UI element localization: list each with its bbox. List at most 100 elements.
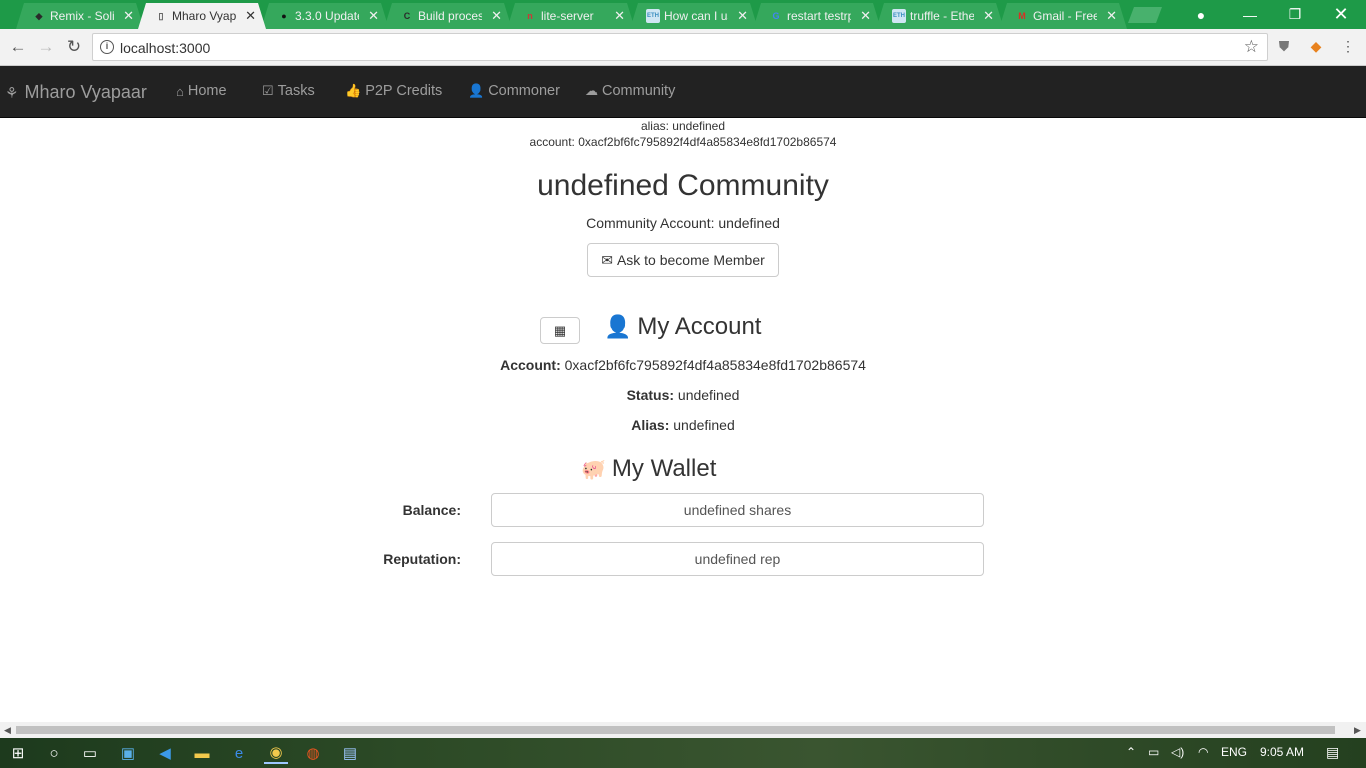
status-value: undefined [677, 387, 740, 403]
metamask-icon[interactable]: ◆ [1308, 38, 1324, 54]
new-tab-button[interactable] [1128, 7, 1162, 23]
close-window-button[interactable]: ✕ [1318, 0, 1364, 29]
file-explorer-icon[interactable]: ▬ [190, 742, 214, 764]
site-info-icon[interactable]: i [100, 40, 114, 54]
tab-title: How can I use [664, 9, 728, 23]
address-bar[interactable]: i localhost:3000 ☆ [92, 33, 1268, 61]
tab-title: Gmail - Free [1033, 9, 1097, 23]
thumbs-up-icon: 👍 [345, 83, 362, 98]
account-row: Account: 0xacf2bf6fc795892f4df4a85834e8f… [0, 357, 1366, 373]
tab-close-icon[interactable]: ✕ [491, 8, 502, 24]
scroll-right-icon[interactable]: ▶ [1354, 725, 1361, 736]
tab-close-icon[interactable]: ✕ [737, 8, 748, 24]
scrollbar-thumb[interactable] [16, 726, 1335, 734]
alias-value: undefined [673, 417, 735, 433]
tab-close-icon[interactable]: ✕ [123, 8, 134, 24]
ubuntu-icon[interactable]: ◍ [301, 742, 325, 764]
my-account-heading: 👤 My Account [604, 313, 761, 341]
profile-icon[interactable]: ● [1178, 0, 1224, 29]
nav-link-tasks[interactable]: ☑ Tasks [262, 83, 315, 99]
community-title: undefined Community [537, 169, 829, 202]
tab-close-icon[interactable]: ✕ [983, 8, 994, 24]
browser-tab[interactable]: C Build process ✕ [384, 3, 512, 29]
qr-code-button[interactable]: ▦ [540, 317, 580, 344]
shield-extension-icon[interactable]: ⛊ [1276, 38, 1292, 54]
volume-icon[interactable]: ◁) [1171, 745, 1184, 759]
leaf-icon: ⚘ [5, 84, 19, 102]
browser-tab[interactable]: ▯ Mharo Vyapaar ✕ [138, 3, 266, 29]
battery-icon[interactable]: ▭ [1148, 745, 1159, 759]
nav-link-label: Commoner [488, 83, 560, 99]
menu-icon[interactable]: ⋮ [1340, 38, 1356, 54]
nav-link-home[interactable]: ⌂ Home [176, 83, 227, 99]
account-line: account: 0xacf2bf6fc795892f4df4a85834e8f… [529, 135, 837, 149]
minimize-button[interactable]: — [1227, 0, 1273, 29]
browser-tab[interactable]: ETH How can I use ✕ [630, 3, 758, 29]
user-icon: 👤 [468, 83, 485, 98]
ask-member-button[interactable]: ✉ Ask to become Member [587, 243, 779, 277]
language-indicator[interactable]: ENG [1221, 745, 1247, 759]
tab-title: Remix - Solidity [50, 9, 114, 23]
windows-taskbar: ⊞ ○ ▭ ▣ ◀ ▬ e ◉ ◍ ▤ ⌃ ▭ ◁) ◠ ENG 9:05 AM… [0, 738, 1366, 768]
browser-tab[interactable]: ● 3.3.0 Update ✕ [261, 3, 389, 29]
url-text: localhost:3000 [120, 40, 211, 56]
account-label: Account: [500, 357, 561, 373]
brand-name: Mharo Vyapaar [24, 82, 147, 102]
browser-tabstrip: ◆ Remix - Solidity ✕ ▯ Mharo Vyapaar ✕ ● 3.3.0 … [0, 0, 1366, 29]
tab-close-icon[interactable]: ✕ [614, 8, 625, 24]
nav-link-commoner[interactable]: 👤 Commoner [468, 83, 560, 99]
cloud-icon: ☁ [585, 83, 598, 98]
clock[interactable]: 9:05 AM [1260, 745, 1304, 759]
powershell-icon[interactable]: ▣ [116, 742, 140, 764]
browser-toolbar: ← → ↻ i localhost:3000 ☆ ⛊ ◆ ⋮ [0, 29, 1366, 66]
notepad-icon[interactable]: ▤ [338, 742, 362, 764]
piggy-bank-icon: 🐖 [581, 458, 606, 481]
nav-link-p2p-credits[interactable]: 👍 P2P Credits [345, 83, 442, 99]
tab-title: Build process [418, 9, 482, 23]
brand-link[interactable]: ⚘ Mharo Vyapaar [5, 82, 147, 103]
back-button[interactable]: ← [8, 37, 28, 57]
restore-button[interactable]: ❐ [1272, 0, 1318, 29]
tab-title: Mharo Vyapaar [172, 9, 236, 23]
task-view-icon[interactable]: ▭ [78, 742, 102, 764]
tab-title: 3.3.0 Update [295, 9, 359, 23]
wifi-icon[interactable]: ◠ [1198, 745, 1208, 759]
gmail-icon: M [1018, 11, 1026, 21]
nav-link-community[interactable]: ☁ Community [585, 83, 675, 99]
nav-link-label: Community [602, 83, 676, 99]
browser-tab[interactable]: ETH truffle - Ethereum ✕ [876, 3, 1004, 29]
browser-tab[interactable]: ◆ Remix - Solidity ✕ [16, 3, 144, 29]
bookmark-star-icon[interactable]: ☆ [1244, 37, 1259, 57]
cortana-icon[interactable]: ○ [42, 742, 66, 764]
tab-title: restart testrpc [787, 9, 848, 23]
github-icon: ● [281, 11, 287, 21]
scroll-left-icon[interactable]: ◀ [4, 725, 11, 736]
my-account-title: My Account [637, 313, 762, 340]
my-wallet-title: My Wallet [611, 455, 717, 482]
browser-tab[interactable]: M Gmail - Free ✕ [999, 3, 1127, 29]
browser-tab[interactable]: n lite-server ✕ [507, 3, 635, 29]
edge-icon[interactable]: e [227, 742, 251, 764]
reputation-field: undefined rep [491, 542, 984, 576]
balance-field: undefined shares [491, 493, 984, 527]
notifications-icon[interactable]: ▤ [1326, 744, 1339, 761]
app-navbar: ⚘ Mharo Vyapaar ⌂ Home ☑ Tasks 👍 P2P Credits 👤… [0, 66, 1366, 118]
status-label: Status: [626, 387, 675, 403]
ask-member-label: Ask to become Member [616, 252, 765, 268]
browser-tab[interactable]: Grestart testrpc ✕ [753, 3, 881, 29]
chrome-icon[interactable]: ◉ [264, 742, 288, 764]
nav-link-label: Tasks [277, 83, 315, 99]
page-icon: ▯ [158, 10, 164, 21]
windows-start-icon[interactable]: ⊞ [6, 742, 30, 764]
reload-button[interactable]: ↻ [64, 37, 84, 57]
forward-button[interactable]: → [36, 37, 56, 57]
tab-close-icon[interactable]: ✕ [368, 8, 379, 24]
tab-close-icon[interactable]: ✕ [1106, 8, 1117, 24]
vscode-icon[interactable]: ◀ [153, 742, 177, 764]
tray-chevron-icon[interactable]: ⌃ [1126, 745, 1136, 759]
tab-close-icon[interactable]: ✕ [860, 8, 871, 24]
envelope-icon: ✉ [601, 251, 613, 268]
horizontal-scrollbar[interactable]: ◀ ▶ [0, 722, 1366, 738]
community-account: Community Account: undefined [586, 215, 780, 231]
tab-close-icon[interactable]: ✕ [245, 8, 256, 24]
